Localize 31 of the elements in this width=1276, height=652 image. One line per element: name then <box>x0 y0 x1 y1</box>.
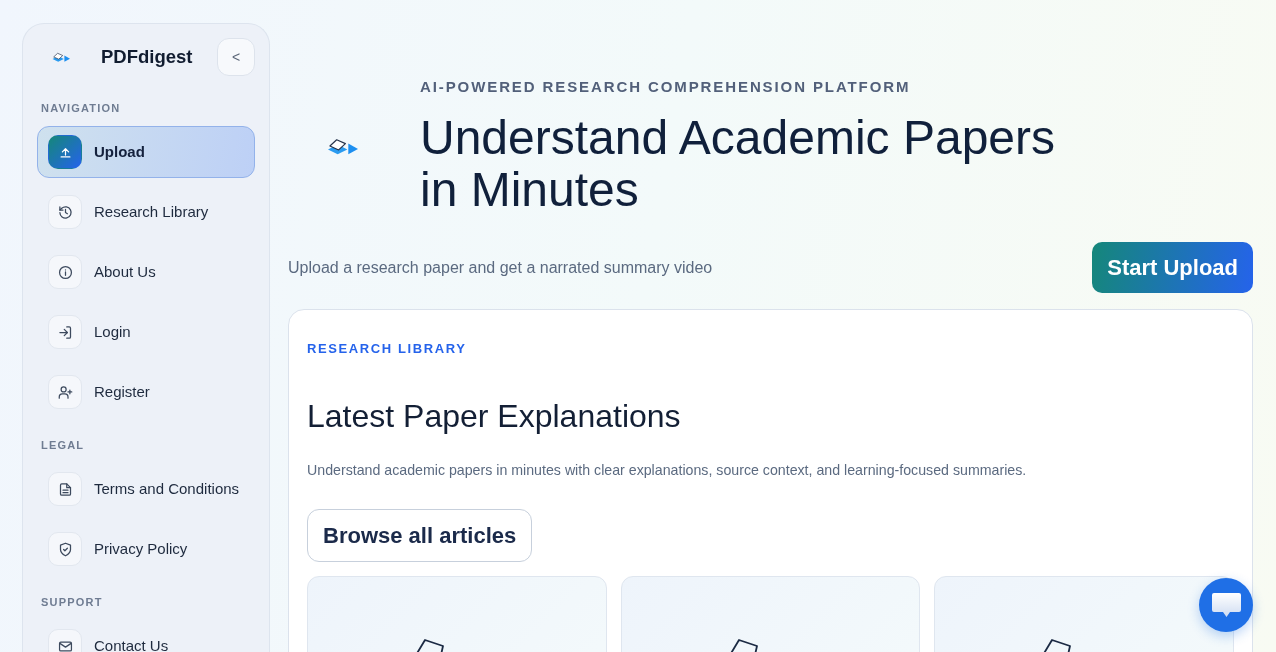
login-icon <box>48 315 82 349</box>
collapse-button[interactable]: < <box>217 38 255 76</box>
sidebar-item[interactable]: Terms and Conditions <box>37 463 255 515</box>
subtitle: Upload a research paper and get a narrated summary video <box>288 257 713 278</box>
sidebar-item[interactable]: About Us <box>37 246 255 298</box>
page-heading: Understand Academic Papers in Minutes <box>420 112 1056 216</box>
document-icon <box>48 472 82 506</box>
paper-play-icon <box>327 137 358 156</box>
section-eyebrow: RESEARCH LIBRARY <box>307 341 468 357</box>
user-plus-icon <box>48 375 82 409</box>
sidebar-item[interactable]: Privacy Policy <box>37 523 255 575</box>
sidebar-item[interactable]: Upload <box>37 126 255 178</box>
sidebar-item[interactable]: Register <box>37 366 255 418</box>
chat-bubble-icon <box>1210 592 1242 618</box>
section-label: NAVIGATION <box>40 101 121 115</box>
shield-check-icon <box>48 532 82 566</box>
section-label: LEGAL <box>40 438 85 452</box>
browse-articles-button[interactable]: Browse all articles <box>307 509 533 562</box>
section-description: Understand academic papers in minutes with clear explanations, source context, and learning-focused summaries. <box>307 461 1028 480</box>
tagline: AI-POWERED RESEARCH COMPREHENSION PLATFORM <box>420 77 912 97</box>
history-icon <box>48 195 82 229</box>
info-icon <box>48 255 82 289</box>
upload-icon <box>48 135 82 169</box>
paper-play-icon <box>52 51 70 63</box>
brand-name: PDFdigest <box>101 45 193 69</box>
section-label: SUPPORT <box>40 595 103 609</box>
sidebar-item[interactable]: Research Library <box>37 186 255 238</box>
section-heading: Latest Paper Explanations <box>307 397 682 435</box>
sidebar-item[interactable]: Login <box>37 306 255 358</box>
start-upload-button[interactable]: Start Upload <box>1092 242 1253 293</box>
sidebar-item[interactable]: Contact Us <box>37 620 255 652</box>
